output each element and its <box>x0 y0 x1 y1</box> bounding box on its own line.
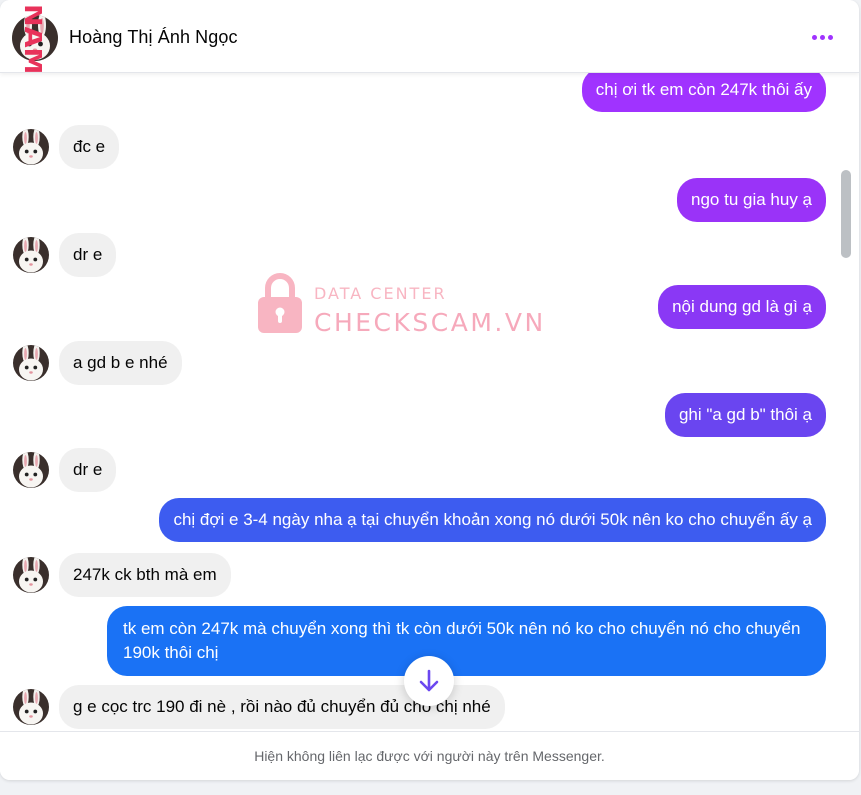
contact-avatar-small[interactable] <box>13 345 49 381</box>
incoming-message[interactable]: 247k ck bth mà em <box>13 553 231 597</box>
outgoing-message[interactable]: chị ơi tk em còn 247k thôi ấy <box>581 73 826 112</box>
message-bubble[interactable]: chị đợi e 3-4 ngày nha ạ tại chuyển khoả… <box>159 498 826 542</box>
message-bubble[interactable]: nội dung gd là gì ạ <box>658 285 826 329</box>
message-bubble[interactable]: chị ơi tk em còn 247k thôi ấy <box>581 73 826 112</box>
outgoing-message[interactable]: tk em còn 247k mà chuyển xong thì tk còn… <box>107 606 826 676</box>
contact-name[interactable]: Hoàng Thị Ánh Ngọc <box>69 27 238 48</box>
message-bubble[interactable]: a gd b e nhé <box>59 341 182 385</box>
scroll-to-bottom-button[interactable] <box>404 656 454 706</box>
incoming-message[interactable]: dr e <box>13 448 117 492</box>
side-logo-mark: NAM <box>18 4 42 74</box>
contact-avatar-small[interactable] <box>13 129 49 165</box>
message-bubble[interactable]: dr e <box>59 448 117 492</box>
contact-avatar-small[interactable] <box>13 689 49 725</box>
contact-avatar-small[interactable] <box>13 557 49 593</box>
message-bubble[interactable]: tk em còn 247k mà chuyển xong thì tk còn… <box>107 606 826 676</box>
message-thread[interactable]: chị ơi tk em còn 247k thôi ấy đc e ngo tu … <box>0 73 839 729</box>
thread-scrollbar[interactable] <box>841 170 851 258</box>
contact-avatar-small[interactable] <box>13 452 49 488</box>
message-bubble[interactable]: đc e <box>59 125 120 169</box>
message-bubble[interactable]: dr e <box>59 233 117 277</box>
message-bubble[interactable]: ghi "a gd b" thôi ạ <box>664 393 826 437</box>
more-options-button[interactable] <box>809 28 835 46</box>
outgoing-message[interactable]: ghi "a gd b" thôi ạ <box>664 393 826 437</box>
more-dots-icon <box>810 34 834 40</box>
chat-window: Hoàng Thị Ánh Ngọc NAM chị ơi tk em còn … <box>0 0 859 780</box>
unreachable-notice: Hiện không liên lạc được với người này t… <box>0 731 859 780</box>
side-logo-text: NAM <box>18 4 42 74</box>
outgoing-message[interactable]: ngo tu gia huy ạ <box>677 178 826 222</box>
message-bubble[interactable]: ngo tu gia huy ạ <box>677 178 826 222</box>
incoming-message[interactable]: a gd b e nhé <box>13 341 182 385</box>
incoming-message[interactable]: dr e <box>13 233 117 277</box>
outgoing-message[interactable]: nội dung gd là gì ạ <box>658 285 826 329</box>
outgoing-message[interactable]: chị đợi e 3-4 ngày nha ạ tại chuyển khoả… <box>159 498 826 542</box>
contact-avatar-small[interactable] <box>13 237 49 273</box>
chat-header: Hoàng Thị Ánh Ngọc <box>0 0 859 73</box>
message-bubble[interactable]: 247k ck bth mà em <box>59 553 231 597</box>
incoming-message[interactable]: đc e <box>13 125 120 169</box>
arrow-down-icon <box>419 669 439 692</box>
